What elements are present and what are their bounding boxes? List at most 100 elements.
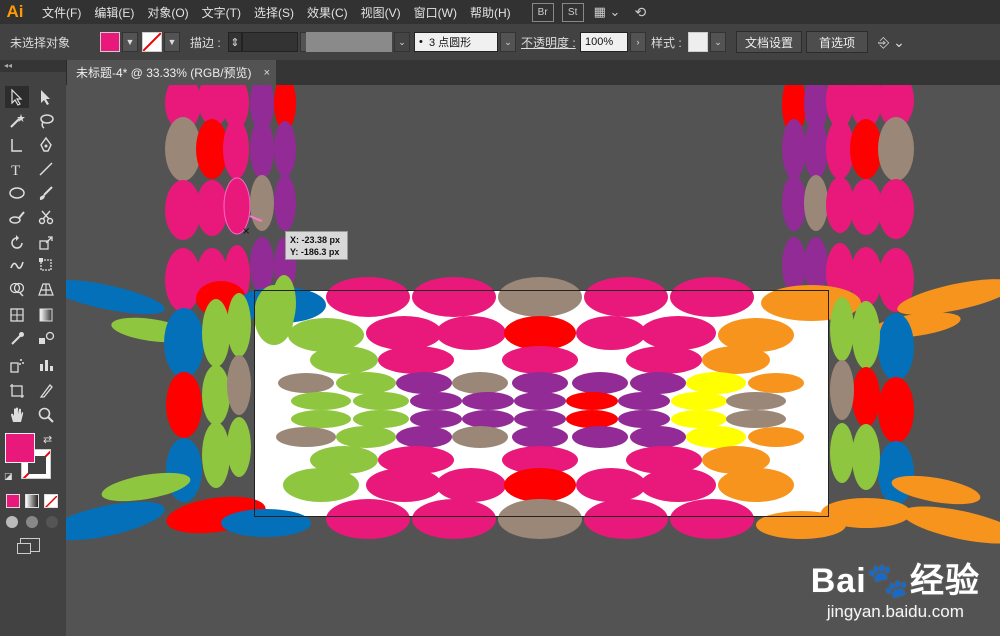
anchor-point-icon <box>11 139 22 152</box>
artboard-canvas[interactable]: × X: -23.38 px Y: -186.3 px Bai🐾经验 jingy… <box>66 85 1000 636</box>
shape-builder-icon <box>9 282 25 297</box>
control-bar: 未选择对象 ▼ ▼ 描边 : ⇕ ⌄ ⌄ • 3 点圆形 ⌄ 不透明度 : 10… <box>0 24 1000 61</box>
shape-builder-tool[interactable] <box>5 278 29 300</box>
menu-select[interactable]: 选择(S) <box>254 4 294 21</box>
variable-width-profile[interactable] <box>306 32 392 52</box>
pen-icon <box>40 136 52 152</box>
brush-definition[interactable]: • 3 点圆形 <box>414 32 498 52</box>
gradient-icon <box>39 308 53 322</box>
blob-brush-tool[interactable] <box>5 206 29 228</box>
brush-dropdown-icon[interactable]: ⌄ <box>500 32 516 52</box>
menu-type[interactable]: 文字(T) <box>202 4 241 21</box>
menu-edit[interactable]: 编辑(E) <box>94 4 134 21</box>
blend-tool[interactable] <box>34 328 58 350</box>
screen-mode-icon[interactable] <box>17 538 40 554</box>
warp-tool[interactable] <box>5 254 29 276</box>
arrange-documents-icon[interactable]: ▦ ⌄ <box>594 4 621 20</box>
slice-tool[interactable] <box>34 380 58 402</box>
document-setup-button[interactable]: 文档设置 <box>736 31 802 53</box>
menu-bar: Ai 文件(F) 编辑(E) 对象(O) 文字(T) 选择(S) 效果(C) 视… <box>0 0 1000 24</box>
gradient-mode-button[interactable] <box>25 494 39 508</box>
menu-file[interactable]: 文件(F) <box>42 4 81 21</box>
magic-wand-tool[interactable] <box>5 110 29 132</box>
lasso-tool[interactable] <box>34 110 58 132</box>
arrange-icon[interactable]: ⎆ ⌄ <box>878 24 905 60</box>
blend-icon <box>39 331 55 344</box>
stroke-weight-stepper[interactable]: ⇕ <box>228 32 242 52</box>
stroke-weight-input[interactable] <box>242 32 298 52</box>
mesh-icon <box>10 308 24 322</box>
profile-dropdown-icon[interactable]: ⌄ <box>394 32 410 52</box>
pen-tool[interactable] <box>34 134 58 156</box>
stroke-dropdown-icon[interactable]: ▼ <box>164 32 180 52</box>
brush-label: 3 点圆形 <box>428 37 472 49</box>
fill-color-box[interactable] <box>5 433 35 463</box>
close-tab-icon[interactable]: × <box>264 67 270 79</box>
readout-y: Y: -186.3 px <box>290 247 340 257</box>
default-fill-stroke-icon[interactable]: ◪ <box>4 471 13 482</box>
style-label: 样式 : <box>651 35 682 50</box>
selection-tool[interactable] <box>5 86 29 108</box>
menu-help[interactable]: 帮助(H) <box>470 4 511 21</box>
paintbrush-tool[interactable] <box>34 182 58 204</box>
bridge-button[interactable]: Br <box>531 2 554 22</box>
selection-tool-icon <box>11 88 23 106</box>
stock-button[interactable]: St <box>561 2 584 22</box>
graph-icon <box>40 360 53 371</box>
draw-inside-icon[interactable] <box>46 516 58 528</box>
free-transform-tool[interactable] <box>34 254 58 276</box>
opacity-input[interactable]: 100% <box>580 32 628 52</box>
anchor-tool[interactable] <box>5 134 29 156</box>
menu-object[interactable]: 对象(O) <box>147 4 188 21</box>
scale-icon <box>39 236 53 250</box>
symbol-sprayer-tool[interactable] <box>5 354 29 376</box>
line-icon <box>39 162 53 176</box>
scissors-tool[interactable] <box>34 206 58 228</box>
brush-icon <box>39 186 53 200</box>
none-mode-button[interactable] <box>44 494 58 508</box>
style-dropdown-icon[interactable]: ⌄ <box>710 32 726 52</box>
zoom-tool[interactable] <box>34 404 58 426</box>
watermark-logo: Bai🐾经验 <box>810 562 980 600</box>
type-tool[interactable]: T <box>5 158 29 180</box>
eyedropper-tool[interactable] <box>5 328 29 350</box>
menu-view[interactable]: 视图(V) <box>361 4 401 21</box>
fill-swatch[interactable] <box>100 32 120 52</box>
line-tool[interactable] <box>34 158 58 180</box>
rotate-tool[interactable] <box>5 232 29 254</box>
document-tab[interactable]: 未标题-4* @ 33.33% (RGB/预览) × <box>66 60 276 85</box>
graphic-style-swatch[interactable] <box>688 32 708 52</box>
swap-fill-stroke-icon[interactable]: ⇄ <box>43 433 52 446</box>
scissors-icon <box>38 210 54 225</box>
gradient-tool[interactable] <box>34 304 58 326</box>
none-icon <box>45 495 57 507</box>
draw-behind-icon[interactable] <box>26 516 38 528</box>
gpu-performance-icon[interactable]: ⟲ <box>634 4 646 21</box>
opacity-label[interactable]: 不透明度 : <box>521 24 576 60</box>
document-tab-title: 未标题-4* @ 33.33% (RGB/预览) <box>76 66 252 80</box>
fill-dropdown-icon[interactable]: ▼ <box>122 32 138 52</box>
menu-effect[interactable]: 效果(C) <box>307 4 348 21</box>
scale-tool[interactable] <box>34 232 58 254</box>
tools-panel: ◂◂ T ⇄ ◪ <box>0 60 67 636</box>
opacity-expand-icon[interactable]: › <box>630 32 646 52</box>
draw-normal-icon[interactable] <box>6 516 18 528</box>
perspective-grid-tool[interactable] <box>34 278 58 300</box>
direct-selection-tool[interactable] <box>34 86 58 108</box>
hand-tool[interactable] <box>5 404 29 426</box>
menu-window[interactable]: 窗口(W) <box>414 4 457 21</box>
graph-tool[interactable] <box>34 354 58 376</box>
preferences-button[interactable]: 首选项 <box>806 31 868 53</box>
color-mode-button[interactable] <box>6 494 20 508</box>
panel-collapse-icon[interactable]: ◂◂ <box>0 60 66 72</box>
type-icon: T <box>11 163 20 178</box>
stroke-swatch[interactable] <box>142 32 162 52</box>
no-stroke-icon <box>143 33 161 51</box>
document-tab-strip: 未标题-4* @ 33.33% (RGB/预览) × <box>66 60 1000 85</box>
svg-text:×: × <box>242 226 250 237</box>
app-logo: Ai <box>6 2 24 21</box>
ellipse-tool[interactable] <box>5 182 29 204</box>
mesh-tool[interactable] <box>5 304 29 326</box>
artboard-tool[interactable] <box>5 380 29 402</box>
zoom-icon <box>38 407 54 423</box>
